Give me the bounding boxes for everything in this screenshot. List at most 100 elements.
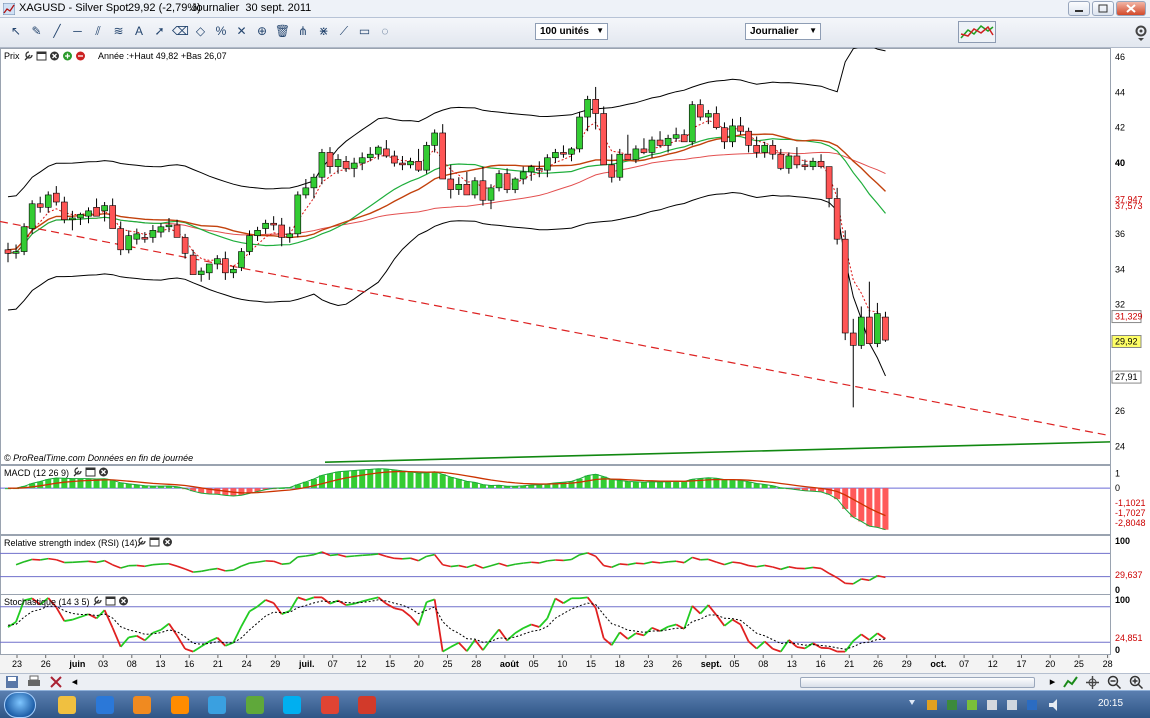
print-icon[interactable] <box>27 675 41 689</box>
macd-panel[interactable] <box>0 465 1111 535</box>
fork-icon[interactable]: ⋔ <box>295 23 311 39</box>
candle[interactable] <box>688 101 696 146</box>
x-tick-label: 08 <box>758 659 768 669</box>
percentage-icon[interactable]: % <box>213 23 229 39</box>
close-button[interactable] <box>1116 1 1146 16</box>
window-icon[interactable] <box>105 596 116 606</box>
line-icon[interactable]: ╱ <box>49 23 65 39</box>
zoom-out-icon[interactable] <box>1107 675 1122 690</box>
candle[interactable] <box>20 223 28 256</box>
trash-icon[interactable]: 🗑 <box>275 23 291 39</box>
settings-icon[interactable] <box>1134 24 1148 42</box>
cycle-icon[interactable]: ◌ <box>377 23 393 39</box>
title-period: Journalier 30 sept. 2011 <box>191 2 312 14</box>
app-icon[interactable] <box>245 696 264 714</box>
pencil-icon[interactable]: ✎ <box>29 23 45 39</box>
network-icon[interactable] <box>208 696 226 714</box>
chart-area[interactable]: 46444240363432262437,94737,57331,32929,9… <box>0 48 1150 673</box>
arrow-icon[interactable]: ➚ <box>152 23 168 39</box>
window-icon[interactable] <box>36 51 47 61</box>
candle[interactable] <box>28 200 36 234</box>
candle[interactable] <box>423 141 430 174</box>
macd-histogram-bar <box>745 481 752 489</box>
scrollbar-thumb[interactable] <box>800 677 1035 688</box>
close-icon[interactable] <box>50 51 59 61</box>
rsi-line-segment <box>732 561 741 564</box>
stoch-value-label: 24,851 <box>1115 633 1143 643</box>
tray-display-icon[interactable] <box>1007 700 1017 710</box>
tray-network-status-icon[interactable] <box>1027 700 1037 710</box>
candle-body <box>640 148 648 153</box>
chart-mode-icon[interactable] <box>1063 675 1079 690</box>
tray-chevron-icon[interactable] <box>909 700 915 705</box>
media-icon[interactable] <box>133 696 151 714</box>
tray-network-icon[interactable] <box>967 700 977 710</box>
x-tick-label: 23 <box>643 659 653 669</box>
candle[interactable] <box>576 111 583 153</box>
magnet-icon[interactable]: ⊕ <box>254 23 270 39</box>
tray-flag-icon[interactable] <box>987 700 997 710</box>
cross-icon[interactable]: ✕ <box>234 23 250 39</box>
candle[interactable] <box>841 230 849 341</box>
prorealtime-icon[interactable] <box>358 696 376 714</box>
candle-body <box>125 235 133 251</box>
add-icon[interactable] <box>63 51 72 61</box>
x-tick-label: 15 <box>586 659 596 669</box>
horizontal-scrollbar[interactable]: ◂ ▸ <box>0 673 1150 690</box>
window-icon[interactable] <box>149 537 160 547</box>
macd-histogram-bar <box>359 469 366 489</box>
vlc-icon[interactable] <box>170 696 189 714</box>
shapes-icon[interactable]: ◇ <box>193 23 209 39</box>
gann-icon[interactable]: ⋇ <box>316 23 332 39</box>
x-tick-label: 12 <box>356 659 366 669</box>
save-icon[interactable] <box>5 675 19 689</box>
ie-icon[interactable] <box>95 696 114 714</box>
rsi-line-segment <box>136 564 145 568</box>
chrome-icon[interactable] <box>320 696 339 714</box>
price-y-tick: 46 <box>1115 52 1125 62</box>
indicator-toggle-button[interactable] <box>958 21 996 43</box>
tools-icon[interactable] <box>49 675 63 689</box>
zoom-in-icon[interactable] <box>1129 675 1144 690</box>
window-icon[interactable] <box>85 467 96 477</box>
macd-histogram-bar <box>721 479 728 489</box>
macd-histogram-bar <box>69 478 76 489</box>
period-select[interactable]: Journalier ▼ <box>745 23 821 40</box>
speed-icon[interactable]: ⟋ <box>336 23 352 39</box>
rectangle-icon[interactable]: ▭ <box>357 23 373 39</box>
scroll-right-button[interactable]: ▸ <box>1046 676 1059 689</box>
candle[interactable] <box>600 106 608 166</box>
close-icon[interactable] <box>99 467 108 477</box>
channel-icon[interactable]: ⫽ <box>90 23 106 39</box>
tray-app-icon[interactable] <box>927 700 937 710</box>
close-icon[interactable] <box>163 537 172 547</box>
maximize-button[interactable] <box>1092 1 1114 16</box>
scroll-left-button[interactable]: ◂ <box>68 676 81 689</box>
eraser-icon[interactable]: ⌫ <box>172 23 189 39</box>
rsi-line-segment <box>515 562 524 566</box>
candle-body <box>479 180 487 201</box>
skype-icon[interactable] <box>283 696 301 714</box>
horizontal-line-icon[interactable]: ─ <box>70 23 86 39</box>
tray-shield-icon[interactable] <box>947 700 957 710</box>
start-button[interactable] <box>4 692 36 718</box>
macd-histogram-bar <box>214 488 221 495</box>
text-icon[interactable]: A <box>131 23 147 39</box>
clock[interactable]: 20:15 <box>1098 698 1123 709</box>
app-window: XAGUSD - Silver Spot 29,92 (-2,79%) Jour… <box>0 0 1150 718</box>
macd-histogram-bar <box>673 481 680 489</box>
explorer-icon[interactable] <box>58 696 76 714</box>
tray-volume-icon[interactable] <box>1049 699 1057 711</box>
minimize-button[interactable] <box>1068 1 1090 16</box>
units-select[interactable]: 100 unités ▼ <box>535 23 608 40</box>
close-icon[interactable] <box>119 596 128 606</box>
pointer-icon[interactable]: ↖ <box>8 23 24 39</box>
candle[interactable] <box>294 191 302 238</box>
price-panel[interactable] <box>0 48 1111 465</box>
price-panel-header: Prix Année :+Haut 49,82 +Bas 26,07 <box>4 51 227 61</box>
crosshair-icon[interactable] <box>1085 675 1100 690</box>
fibonacci-icon[interactable]: ≋ <box>111 23 127 39</box>
remove-icon[interactable] <box>76 51 85 61</box>
candle-body <box>769 145 777 155</box>
candle[interactable] <box>238 248 245 272</box>
